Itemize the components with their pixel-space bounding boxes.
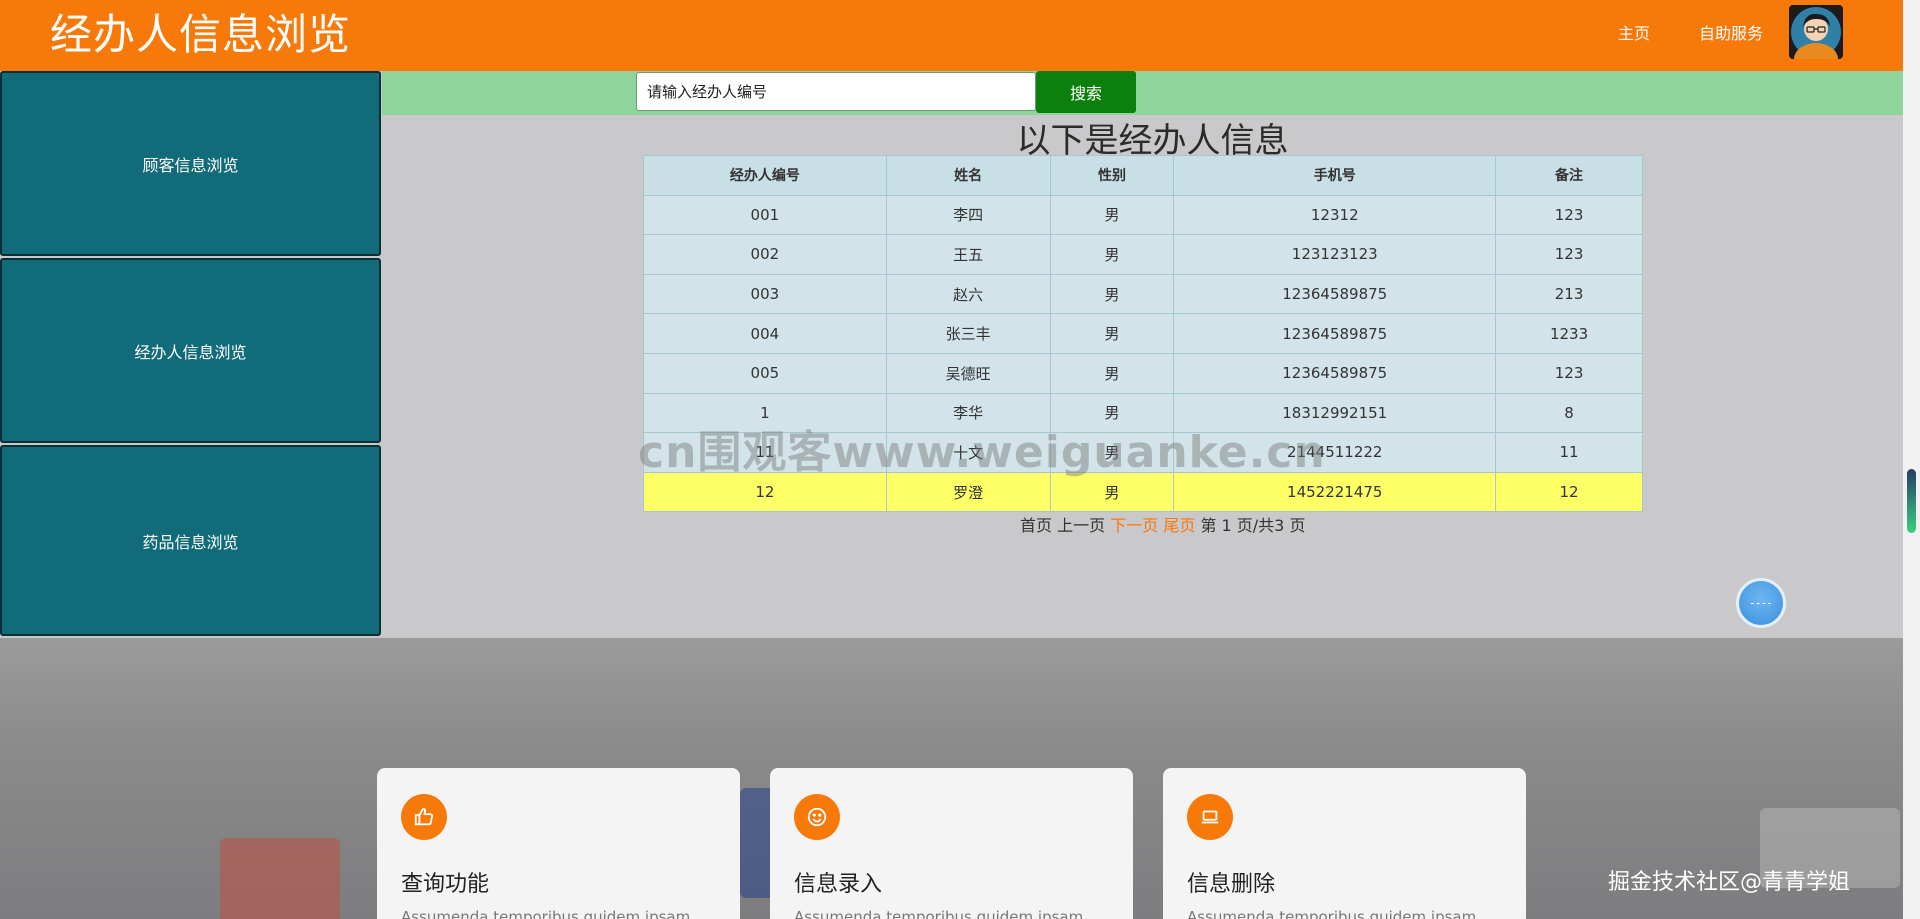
- cell-remark: 12: [1495, 471, 1643, 513]
- cell-remark: 123: [1495, 352, 1643, 394]
- cell-id: 005: [643, 352, 887, 394]
- cell-remark: 1233: [1495, 313, 1643, 354]
- feature-card-desc: Assumenda temporibus quidem ipsam: [1187, 908, 1477, 919]
- cell-gender: 男: [1049, 392, 1175, 434]
- cell-gender: 男: [1049, 471, 1175, 513]
- cell-phone: 12364589875: [1173, 313, 1497, 354]
- search-button[interactable]: 搜索: [1036, 71, 1136, 113]
- cell-phone: 12364589875: [1173, 352, 1497, 394]
- cell-id: 1: [643, 392, 887, 434]
- feature-card-desc: Assumenda temporibus quidem ipsam: [794, 908, 1084, 919]
- pagination: 首页 上一页 下一页 尾页 第 1 页/共3 页: [1020, 512, 1305, 536]
- sidebar-item-label: 药品信息浏览: [142, 532, 239, 552]
- cell-name: 张三丰: [885, 313, 1051, 354]
- feature-card-desc: Assumenda temporibus quidem ipsam: [401, 908, 691, 919]
- cell-gender: 男: [1049, 234, 1175, 275]
- cell-name: 李华: [885, 392, 1051, 434]
- pager-last-link[interactable]: 尾页: [1163, 516, 1195, 535]
- cell-id: 11: [643, 432, 887, 473]
- search-input[interactable]: [636, 72, 1036, 111]
- smile-icon: [794, 794, 840, 840]
- cell-phone: 12312: [1173, 194, 1497, 236]
- nav-self-service-link[interactable]: 自助服务: [1699, 20, 1763, 44]
- table-row: 001 李四 男 12312 123: [643, 194, 1643, 236]
- top-header: 经办人信息浏览 主页 自助服务: [0, 0, 1903, 71]
- laptop-icon: [1187, 794, 1233, 840]
- feature-card-title: 信息录入: [794, 872, 883, 897]
- column-header-remark: 备注: [1495, 155, 1643, 196]
- thumbs-up-icon: [401, 794, 447, 840]
- table-header-row: 经办人编号 姓名 性别 手机号 备注: [643, 155, 1643, 196]
- cell-remark: 11: [1495, 432, 1643, 473]
- cell-name: 吴德旺: [885, 352, 1051, 394]
- search-bar: [382, 71, 1903, 115]
- cell-phone: 1452221475: [1173, 471, 1497, 513]
- table-row: 11 十文 男 2144511222 11: [643, 432, 1643, 473]
- feature-card-title: 信息删除: [1187, 872, 1276, 897]
- features-section: 查询功能 Assumenda temporibus quidem ipsam 信…: [0, 638, 1903, 919]
- sidebar-item-label: 经办人信息浏览: [134, 342, 247, 362]
- cell-gender: 男: [1049, 194, 1175, 236]
- cell-gender: 男: [1049, 313, 1175, 354]
- sidebar-item-label: 顾客信息浏览: [142, 155, 239, 175]
- cell-id: 004: [643, 313, 887, 354]
- background-image-shape: [220, 838, 340, 919]
- cell-name: 赵六: [885, 273, 1051, 315]
- user-avatar-icon: [1791, 7, 1841, 59]
- table-row: 003 赵六 男 12364589875 213: [643, 273, 1643, 315]
- feature-card-title: 查询功能: [401, 872, 490, 897]
- pager-first-link[interactable]: 首页: [1020, 516, 1052, 535]
- scrollbar-thumb[interactable]: [1907, 469, 1916, 533]
- cell-id: 002: [643, 234, 887, 275]
- cell-remark: 8: [1495, 392, 1643, 434]
- background-image-shape: [1760, 808, 1900, 888]
- sidebar-item-customer-info[interactable]: 顾客信息浏览: [0, 71, 381, 256]
- agent-table: 经办人编号 姓名 性别 手机号 备注 001 李四 男 12312 123 00…: [643, 155, 1643, 513]
- table-row-highlighted: 12 罗澄 男 1452221475 12: [643, 471, 1643, 513]
- scrollbar-track[interactable]: [1903, 0, 1920, 919]
- cell-id: 12: [643, 471, 887, 513]
- feature-card-query: 查询功能 Assumenda temporibus quidem ipsam: [377, 768, 740, 919]
- sidebar-item-medicine-info[interactable]: 药品信息浏览: [0, 445, 381, 636]
- floating-assistant-button[interactable]: [1736, 578, 1786, 628]
- column-header-name: 姓名: [885, 155, 1051, 196]
- cell-id: 001: [643, 194, 887, 236]
- column-header-gender: 性别: [1049, 155, 1175, 196]
- feature-card-entry: 信息录入 Assumenda temporibus quidem ipsam: [770, 768, 1133, 919]
- table-row: 005 吴德旺 男 12364589875 123: [643, 352, 1643, 394]
- feature-card-delete: 信息删除 Assumenda temporibus quidem ipsam: [1163, 768, 1526, 919]
- avatar[interactable]: [1789, 5, 1843, 59]
- cell-phone: 2144511222: [1173, 432, 1497, 473]
- cell-gender: 男: [1049, 273, 1175, 315]
- cell-id: 003: [643, 273, 887, 315]
- nav-home-link[interactable]: 主页: [1618, 20, 1650, 44]
- pager-status: 第 1 页/共3 页: [1200, 516, 1306, 535]
- cell-remark: 123: [1495, 194, 1643, 236]
- cell-name: 王五: [885, 234, 1051, 275]
- cell-gender: 男: [1049, 352, 1175, 394]
- column-header-id: 经办人编号: [643, 155, 887, 196]
- cell-phone: 123123123: [1173, 234, 1497, 275]
- table-row: 004 张三丰 男 12364589875 1233: [643, 313, 1643, 354]
- table-row: 002 王五 男 123123123 123: [643, 234, 1643, 275]
- pager-next-link[interactable]: 下一页: [1110, 516, 1158, 535]
- cell-name: 十文: [885, 432, 1051, 473]
- sidebar-item-agent-info[interactable]: 经办人信息浏览: [0, 258, 381, 443]
- sidebar: 顾客信息浏览 经办人信息浏览 药品信息浏览: [0, 71, 382, 638]
- cell-name: 李四: [885, 194, 1051, 236]
- cell-name: 罗澄: [885, 471, 1051, 513]
- column-header-phone: 手机号: [1173, 155, 1497, 196]
- cell-phone: 18312992151: [1173, 392, 1497, 434]
- cell-remark: 123: [1495, 234, 1643, 275]
- table-row: 1 李华 男 18312992151 8: [643, 392, 1643, 434]
- page-title: 经办人信息浏览: [50, 10, 352, 59]
- cell-remark: 213: [1495, 273, 1643, 315]
- cell-gender: 男: [1049, 432, 1175, 473]
- cell-phone: 12364589875: [1173, 273, 1497, 315]
- pager-prev-link[interactable]: 上一页: [1057, 516, 1105, 535]
